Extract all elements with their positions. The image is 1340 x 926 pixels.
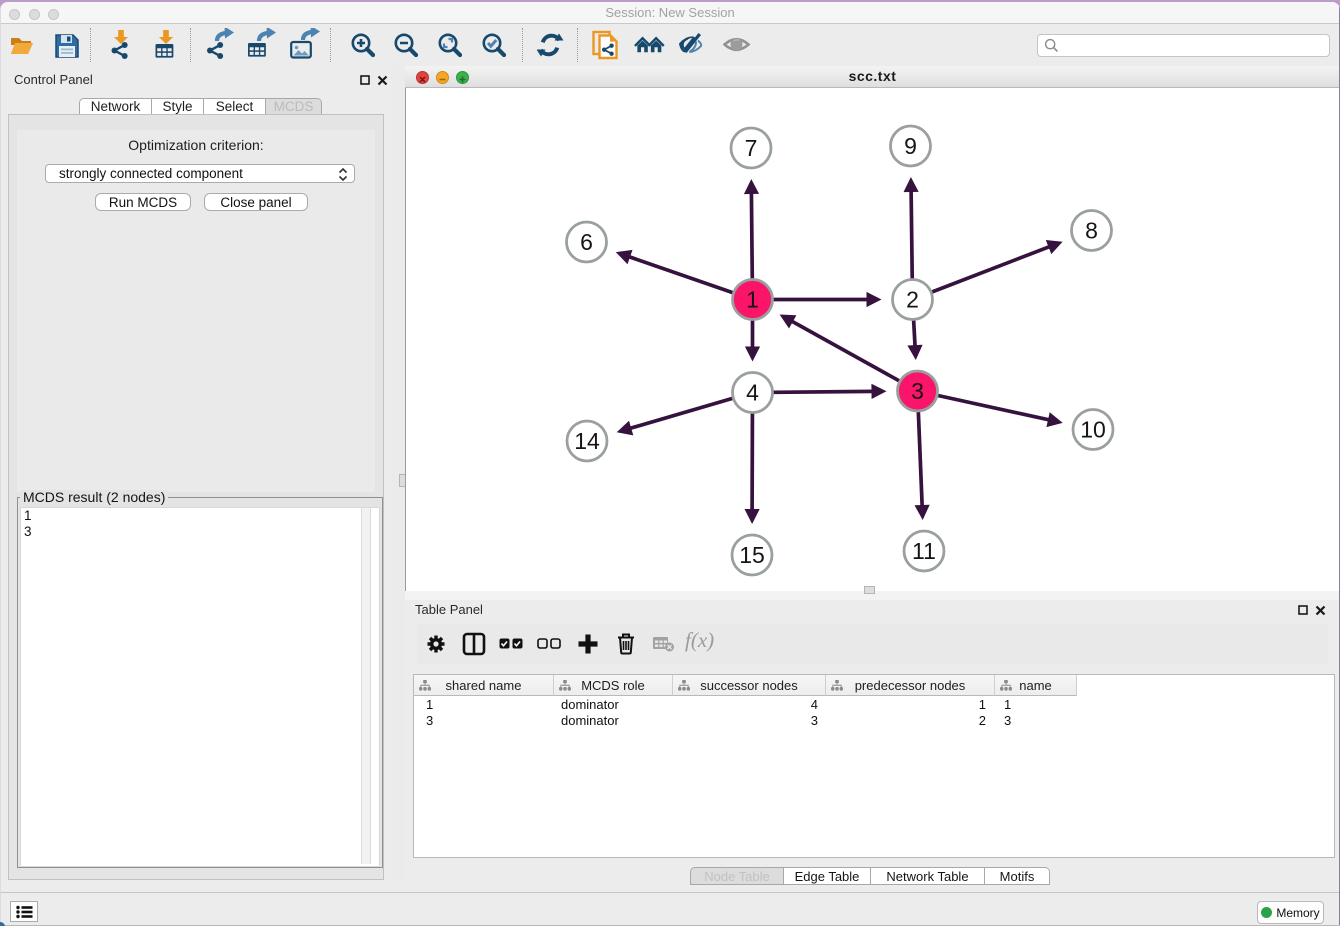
svg-text:11: 11 (912, 538, 936, 564)
svg-text:9: 9 (904, 133, 917, 159)
svg-text:6: 6 (580, 229, 593, 255)
svg-text:10: 10 (1080, 417, 1106, 443)
svg-text:1: 1 (746, 287, 759, 313)
svg-text:14: 14 (574, 428, 600, 454)
svg-text:15: 15 (739, 542, 765, 568)
svg-text:8: 8 (1085, 218, 1098, 244)
svg-text:2: 2 (906, 287, 919, 313)
svg-text:7: 7 (745, 135, 758, 161)
svg-text:4: 4 (746, 380, 759, 406)
svg-text:3: 3 (911, 378, 924, 404)
